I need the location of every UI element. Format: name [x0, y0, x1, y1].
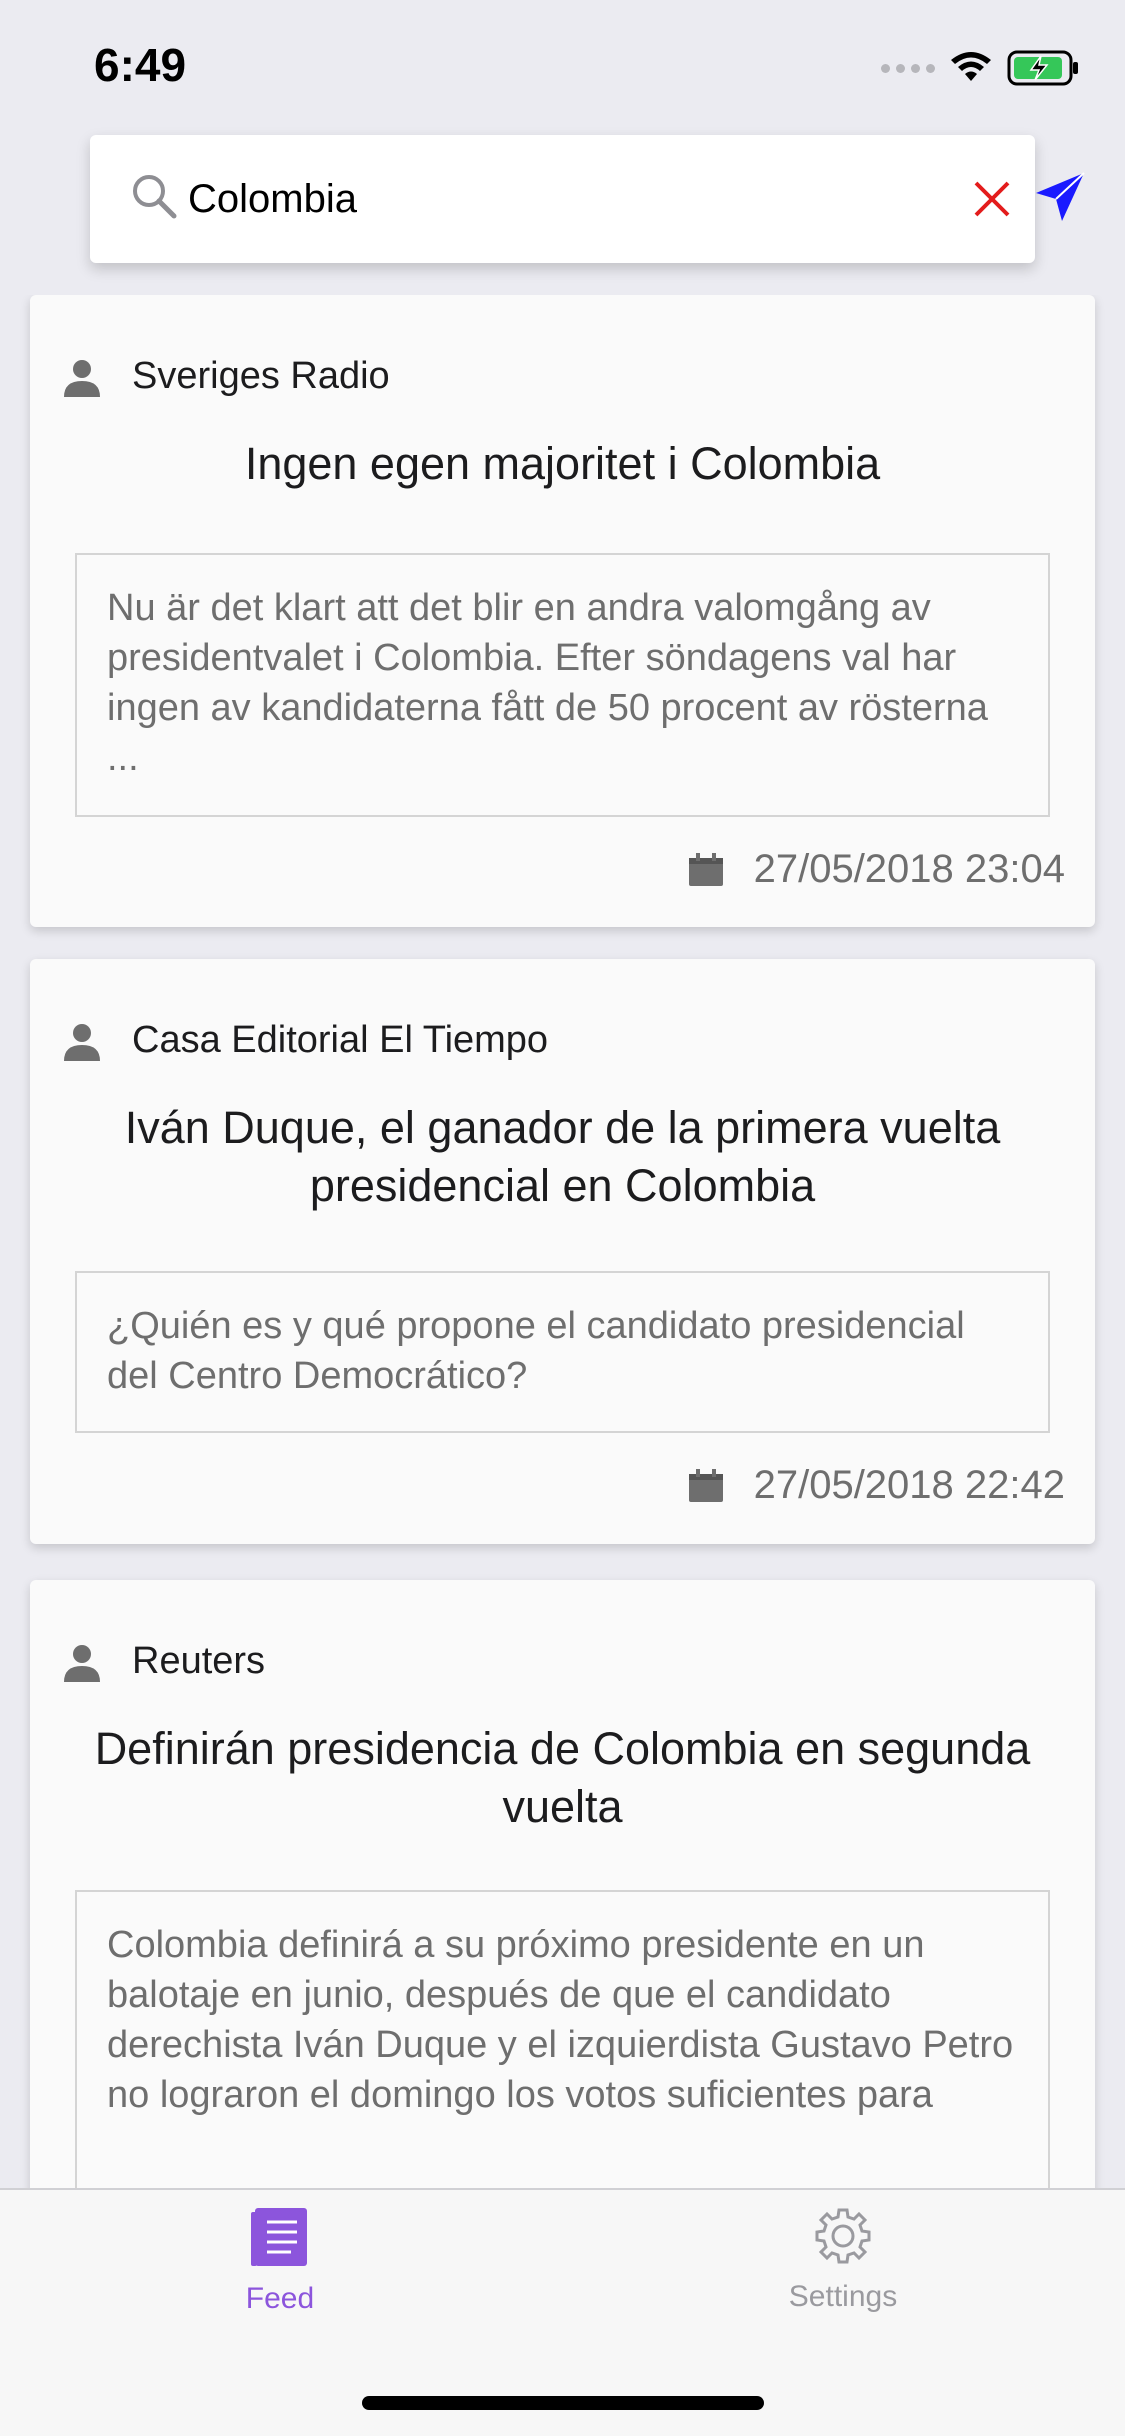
person-icon	[64, 359, 100, 397]
source-name: Reuters	[132, 1640, 266, 1682]
search-bar	[90, 135, 1085, 263]
wifi-icon	[951, 52, 991, 81]
card-title: Iván Duque, el ganador de la primera vue…	[124, 1102, 1001, 1211]
battery-charging-icon	[1007, 50, 1078, 86]
card-title: Definirán presidencia de Colombia en seg…	[94, 1723, 1031, 1832]
search-input[interactable]	[188, 165, 938, 233]
card-summary: ¿Quién es y qué propone el candidato pre…	[75, 1271, 1050, 1433]
source-name: Sveriges Radio	[132, 355, 390, 397]
card-date: 27/05/2018 23:04	[688, 847, 1065, 892]
tab-feed-label: Feed	[245, 2282, 315, 2315]
news-card[interactable]: Casa Editorial El Tiempo Iván Duque, el …	[30, 959, 1095, 1544]
news-card[interactable]: Sveriges Radio Ingen egen majoritet i Co…	[30, 295, 1095, 927]
news-card[interactable]: Reuters Definirán presidencia de Colombi…	[30, 1580, 1095, 2188]
send-icon[interactable]	[1034, 171, 1086, 223]
news-feed: Sveriges Radio Ingen egen majoritet i Co…	[0, 295, 1125, 2188]
card-source: Sveriges Radio	[62, 355, 390, 398]
source-name: Casa Editorial El Tiempo	[132, 1019, 549, 1061]
status-bar: 6:49	[0, 0, 1125, 130]
status-icons	[881, 50, 1081, 86]
card-date: 27/05/2018 22:42	[688, 1463, 1065, 1508]
person-icon	[64, 1644, 100, 1682]
card-summary: Colombia definirá a su próximo president…	[75, 1890, 1050, 2188]
calendar-icon	[688, 1468, 723, 1502]
card-source: Casa Editorial El Tiempo	[62, 1019, 548, 1062]
tab-settings[interactable]: Settings	[693, 2206, 993, 2356]
status-time: 6:49	[94, 39, 187, 91]
calendar-icon	[688, 852, 723, 886]
gear-icon	[815, 2208, 871, 2264]
tab-feed[interactable]: Feed	[130, 2206, 430, 2356]
cellular-signal-icon	[881, 63, 935, 73]
card-title: Ingen egen majoritet i Colombia	[244, 438, 881, 489]
feed-icon	[251, 2208, 307, 2266]
search-icon	[133, 175, 177, 219]
tab-settings-label: Settings	[788, 2280, 898, 2313]
person-icon	[64, 1023, 100, 1061]
clear-search-icon[interactable]	[972, 179, 1012, 219]
home-indicator[interactable]	[362, 2396, 764, 2410]
date-text: 27/05/2018 23:04	[753, 847, 1065, 891]
date-text: 27/05/2018 22:42	[753, 1463, 1065, 1507]
card-summary: Nu är det klart att det blir en andra va…	[75, 553, 1050, 817]
card-source: Reuters	[62, 1640, 265, 1683]
